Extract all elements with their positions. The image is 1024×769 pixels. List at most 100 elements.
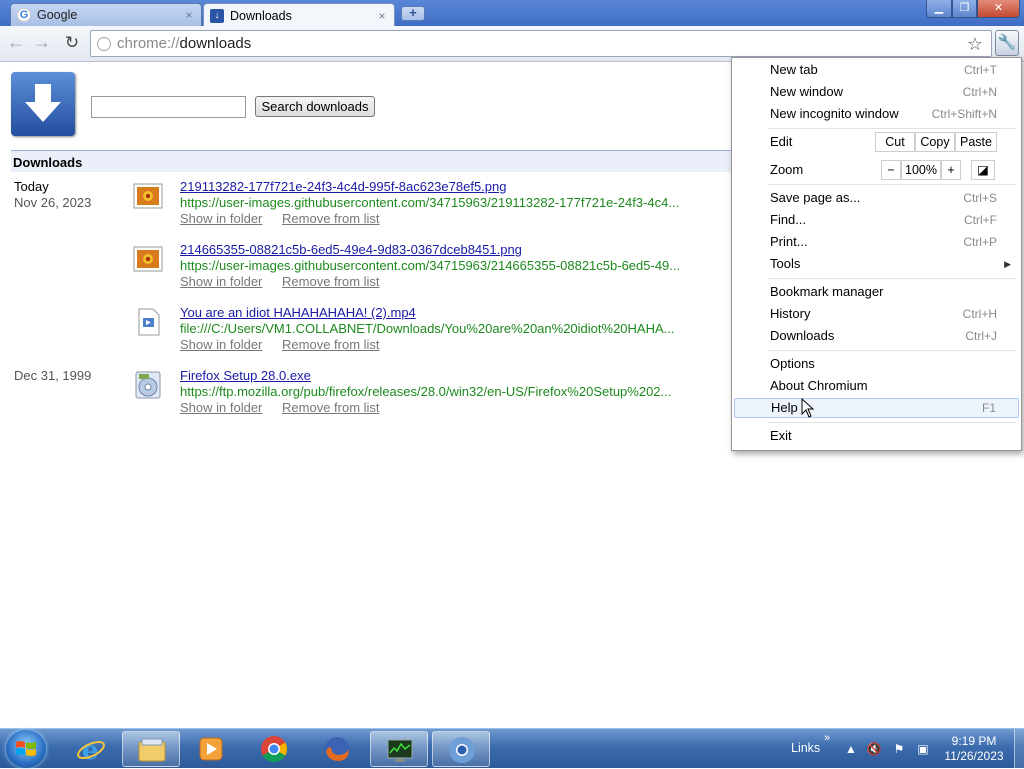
- image-file-icon: [133, 244, 163, 274]
- taskbar-chromium[interactable]: [432, 731, 490, 767]
- taskbar-task-manager[interactable]: [370, 731, 428, 767]
- date-sublabel: Nov 26, 2023: [14, 195, 92, 210]
- menu-item-new-incognito[interactable]: New incognito window Ctrl+Shift+N: [734, 104, 1019, 124]
- menu-row-zoom: Zoom − 100% + ◪: [734, 160, 1019, 180]
- menu-item-history[interactable]: History Ctrl+H: [734, 304, 1019, 324]
- search-downloads-input[interactable]: [91, 96, 246, 118]
- menu-item-label: History: [770, 306, 811, 321]
- links-chevron-icon[interactable]: »: [824, 732, 830, 744]
- mouse-cursor-icon: [801, 398, 815, 418]
- copy-button[interactable]: Copy: [915, 132, 955, 152]
- menu-separator: [768, 422, 1016, 423]
- taskbar-chrome[interactable]: [245, 731, 303, 767]
- zoom-level: 100%: [901, 160, 941, 180]
- menu-item-label: Bookmark manager: [770, 284, 884, 299]
- close-window-button[interactable]: ✕: [977, 0, 1020, 18]
- menu-item-label: Zoom: [770, 162, 804, 177]
- menu-item-exit[interactable]: Exit: [734, 426, 1019, 446]
- menu-item-label: Options: [770, 356, 815, 371]
- download-source-url[interactable]: https://user-images.githubusercontent.co…: [180, 195, 680, 211]
- maximize-button[interactable]: ❐: [952, 0, 977, 18]
- volume-muted-icon[interactable]: 🔇: [866, 741, 882, 757]
- tab-google[interactable]: G Google ×: [10, 3, 202, 26]
- paste-button[interactable]: Paste: [955, 132, 997, 152]
- menu-item-label: Help: [771, 400, 798, 415]
- links-toolbar-label[interactable]: Links: [791, 741, 820, 755]
- clock-time: 9:19 PM: [951, 734, 997, 748]
- menu-item-label: Tools: [770, 256, 801, 271]
- menu-item-label: New window: [770, 84, 843, 99]
- menu-shortcut: Ctrl+J: [965, 329, 997, 343]
- download-filename-link[interactable]: 219113282-177f721e-24f3-4c4d-995f-8ac623…: [180, 179, 680, 195]
- menu-item-label: Find...: [770, 212, 807, 227]
- search-downloads-button[interactable]: Search downloads: [255, 96, 375, 117]
- tab-downloads[interactable]: ↓ Downloads ×: [203, 3, 395, 27]
- reload-icon[interactable]: ↻: [62, 34, 82, 52]
- menu-item-bookmark-manager[interactable]: Bookmark manager: [734, 282, 1019, 302]
- bookmark-star-icon[interactable]: ☆: [967, 34, 983, 55]
- tab-label: Downloads: [230, 8, 292, 23]
- menu-item-label: Edit: [770, 134, 793, 149]
- menu-item-new-tab[interactable]: New tab Ctrl+T: [734, 60, 1019, 80]
- wrench-menu-icon[interactable]: 🔧: [995, 30, 1019, 56]
- menu-item-label: Downloads: [770, 328, 835, 343]
- menu-item-save-page[interactable]: Save page as... Ctrl+S: [734, 188, 1019, 208]
- show-desktop-button[interactable]: [1014, 729, 1024, 769]
- show-hidden-icons-icon[interactable]: ▲: [843, 741, 859, 757]
- system-clock[interactable]: 9:19 PM 11/26/2023: [940, 734, 1008, 764]
- downloads-favicon-icon: ↓: [210, 8, 224, 23]
- menu-item-options[interactable]: Options: [734, 354, 1019, 374]
- video-file-icon: [133, 307, 163, 337]
- menu-item-about[interactable]: About Chromium: [734, 376, 1019, 396]
- back-arrow-icon[interactable]: ←: [6, 33, 26, 52]
- download-source-url[interactable]: file:///C:/Users/VM1.COLLABNET/Downloads…: [180, 321, 680, 337]
- menu-item-new-window[interactable]: New window Ctrl+N: [734, 82, 1019, 102]
- network-icon[interactable]: ▣: [915, 741, 931, 757]
- minimize-button[interactable]: ▁: [926, 0, 952, 18]
- taskbar-firefox[interactable]: [308, 731, 366, 767]
- menu-shortcut: Ctrl+P: [963, 235, 997, 249]
- tab-close-icon[interactable]: ×: [376, 9, 388, 23]
- menu-item-downloads[interactable]: Downloads Ctrl+J: [734, 326, 1019, 346]
- show-in-folder-link[interactable]: Show in folder: [180, 337, 262, 352]
- download-source-url[interactable]: https://user-images.githubusercontent.co…: [180, 258, 680, 274]
- taskbar-media-player[interactable]: [182, 731, 240, 767]
- cut-button[interactable]: Cut: [875, 132, 915, 152]
- zoom-in-button[interactable]: +: [941, 160, 961, 180]
- menu-item-label: Save page as...: [770, 190, 861, 205]
- tab-close-icon[interactable]: ×: [183, 8, 195, 22]
- download-filename-link[interactable]: Firefox Setup 28.0.exe: [180, 368, 680, 384]
- remove-from-list-link[interactable]: Remove from list: [282, 337, 380, 352]
- address-bar[interactable]: chrome://downloads ☆: [90, 30, 992, 57]
- forward-arrow-icon[interactable]: →: [32, 33, 52, 52]
- wrench-menu: New tab Ctrl+T New window Ctrl+N New inc…: [731, 57, 1022, 451]
- url-scheme: chrome://: [117, 35, 180, 52]
- zoom-out-button[interactable]: −: [881, 160, 901, 180]
- show-in-folder-link[interactable]: Show in folder: [180, 400, 262, 415]
- show-in-folder-link[interactable]: Show in folder: [180, 211, 262, 226]
- download-filename-link[interactable]: You are an idiot HAHAHAHAHA! (2).mp4: [180, 305, 680, 321]
- taskbar-windows-explorer[interactable]: [122, 731, 180, 767]
- menu-item-find[interactable]: Find... Ctrl+F: [734, 210, 1019, 230]
- download-source-url[interactable]: https://ftp.mozilla.org/pub/firefox/rele…: [180, 384, 680, 400]
- firefox-icon: [325, 737, 349, 761]
- show-in-folder-link[interactable]: Show in folder: [180, 274, 262, 289]
- start-button[interactable]: [6, 730, 46, 768]
- action-center-flag-icon[interactable]: ⚑: [891, 741, 907, 757]
- new-tab-button[interactable]: +: [401, 6, 425, 21]
- remove-from-list-link[interactable]: Remove from list: [282, 274, 380, 289]
- google-favicon-icon: G: [17, 8, 31, 22]
- menu-item-print[interactable]: Print... Ctrl+P: [734, 232, 1019, 252]
- window-titlebar: G Google × ↓ Downloads × + ▁ ❐ ✕: [0, 0, 1024, 27]
- remove-from-list-link[interactable]: Remove from list: [282, 211, 380, 226]
- date-label: Today: [14, 179, 49, 194]
- fullscreen-icon[interactable]: ◪: [971, 160, 995, 180]
- menu-item-help[interactable]: Help F1: [734, 398, 1019, 418]
- taskbar-internet-explorer[interactable]: e: [62, 731, 120, 767]
- menu-shortcut: F1: [981, 401, 996, 415]
- menu-item-tools[interactable]: Tools ▶: [734, 254, 1019, 274]
- menu-shortcut: Ctrl+T: [964, 63, 997, 77]
- download-filename-link[interactable]: 214665355-08821c5b-6ed5-49e4-9d83-0367dc…: [180, 242, 680, 258]
- remove-from-list-link[interactable]: Remove from list: [282, 400, 380, 415]
- downloads-logo-icon: [11, 72, 75, 136]
